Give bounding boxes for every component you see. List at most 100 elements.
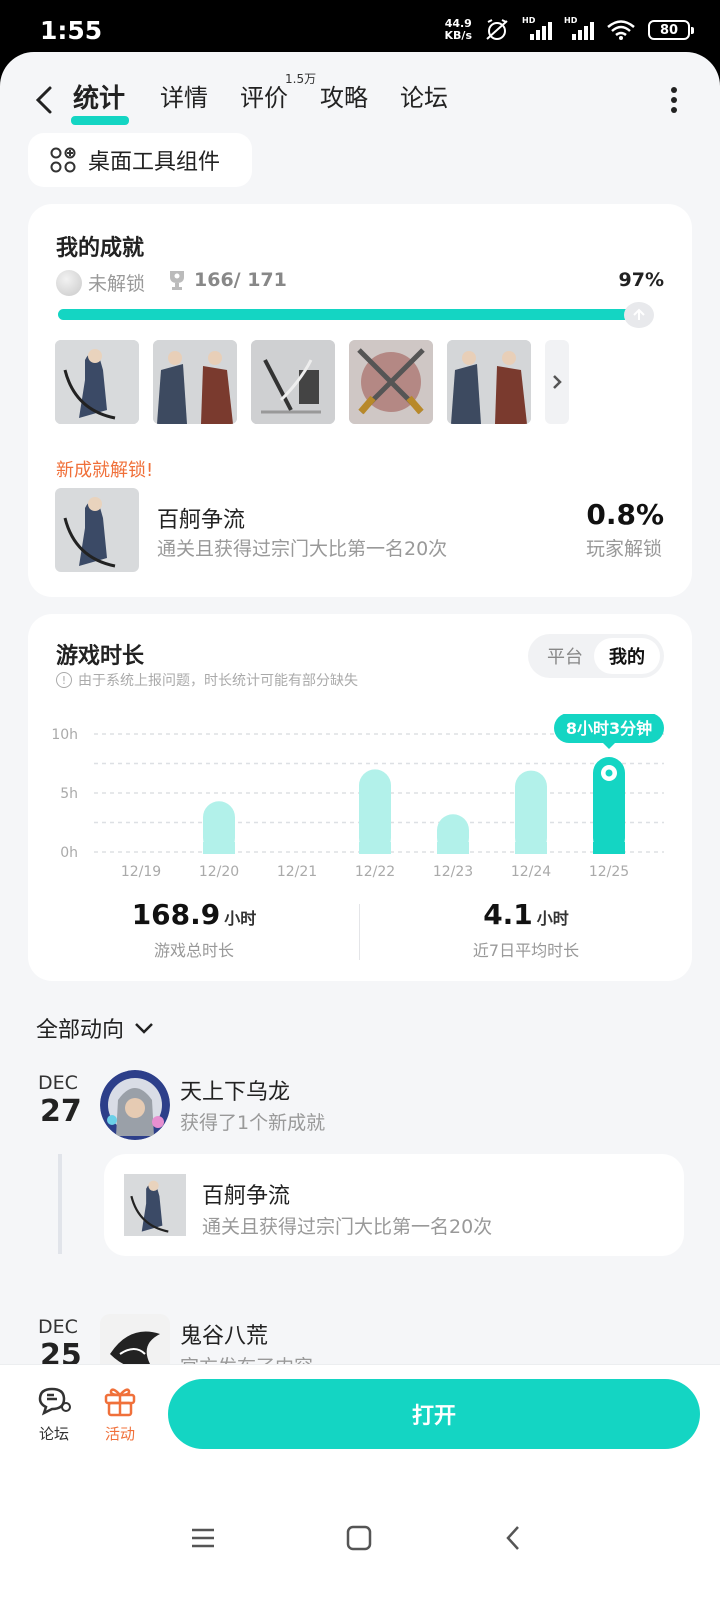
tab-guides[interactable]: 攻略 [320, 78, 368, 113]
achievement-thumbnails [55, 340, 569, 424]
alarm-off-icon [486, 19, 508, 40]
activity-label: 活动 [104, 1425, 135, 1443]
battery-icon: 80 [648, 20, 694, 40]
avg-playtime-stat: 4.1 小时 近7日平均时长 [360, 898, 692, 961]
achievement-percent: 97% [618, 269, 664, 291]
tab-active-underline [71, 116, 129, 125]
total-playtime-label: 游戏总时长 [153, 941, 234, 960]
latest-achievement-percent-label: 玩家解锁 [585, 538, 662, 560]
avg-playtime-unit: 小时 [536, 909, 569, 928]
feed-timeline-line [58, 1154, 62, 1254]
avg-playtime-value: 4.1 [483, 898, 533, 931]
open-game-button[interactable]: 打开 [168, 1379, 700, 1449]
activity-button[interactable]: 活动 [90, 1385, 150, 1444]
achievements-title: 我的成就 [56, 236, 145, 261]
nav-back-icon[interactable] [504, 1525, 522, 1551]
chart-y-tick-label: 0h [60, 845, 78, 861]
feed-date-day: 27 [40, 1094, 82, 1129]
chart-y-tick-label: 10h [51, 727, 78, 743]
playtime-chart: 10h 5h 0h 12/19 12/20 12/21 12/22 12/23 12/24 8小时… [51, 714, 664, 880]
tab-header: 统计 详情 评价 1.5万 攻略 论坛 [0, 70, 720, 130]
net-speed: 44.9 KB/s [445, 18, 472, 42]
achievement-progress-bar [58, 309, 650, 320]
toggle-mine[interactable]: 我的 [594, 638, 660, 674]
chart-x-tick-label: 12/21 [277, 864, 317, 880]
achievements-more-button[interactable] [545, 340, 569, 424]
tab-stats[interactable]: 统计 [73, 78, 125, 115]
forum-button[interactable]: 论坛 [24, 1385, 84, 1444]
bottom-bar: 论坛 活动 打开 [0, 1364, 720, 1600]
chart-x-tick-label: 12/19 [121, 864, 161, 880]
system-nav-bar [0, 1505, 720, 1565]
desktop-widget-label: 桌面工具组件 [88, 150, 221, 175]
avatar[interactable] [100, 1070, 170, 1140]
toggle-platform[interactable]: 平台 [532, 638, 598, 674]
chart-tooltip-label: 8小时3分钟 [566, 719, 652, 738]
chart-y-tick-label: 5h [60, 786, 78, 802]
trophy-icon [170, 271, 184, 290]
feed-user-action: 获得了1个新成就 [180, 1112, 326, 1134]
more-icon[interactable] [670, 84, 678, 116]
playtime-notice: ! 由于系统上报问题，时长统计可能有部分缺失 [56, 670, 358, 690]
menu-icon[interactable] [190, 1527, 216, 1549]
status-bar: 1:55 44.9 KB/s HD HD 80 [0, 0, 720, 56]
feed-achievement-image [124, 1174, 186, 1236]
feed-achievement-card[interactable]: 百舸争流 通关且获得过宗门大比第一名20次 [104, 1154, 684, 1256]
latest-achievement-name: 百舸争流 [157, 508, 246, 533]
feed-date-month-2: DEC [38, 1316, 78, 1338]
widgets-icon [50, 147, 76, 173]
total-playtime-unit: 小时 [224, 909, 257, 928]
status-icons: 44.9 KB/s HD HD 80 [445, 16, 694, 42]
feed-achievement-desc: 通关且获得过宗门大比第一名20次 [202, 1216, 493, 1238]
playtime-card: 游戏时长 ! 由于系统上报问题，时长统计可能有部分缺失 平台 我的 10h 5h 0… [28, 614, 692, 981]
chart-bar[interactable] [359, 769, 391, 854]
chart-bar-base [437, 842, 469, 854]
chart-bar-base [515, 842, 547, 854]
achievement-thumb-couple-2[interactable] [447, 340, 531, 424]
achievement-progress-fill [58, 309, 633, 320]
chart-bar-base [359, 842, 391, 854]
chart-x-tick-label: 12/23 [433, 864, 473, 880]
feed-user-name-2[interactable]: 鬼谷八荒 [180, 1318, 268, 1350]
forum-icon [38, 1387, 71, 1416]
feed-filter-dropdown[interactable]: 全部动向 [36, 1012, 154, 1044]
playtime-toggle: 平台 我的 [528, 634, 664, 678]
desktop-widget-button[interactable]: 桌面工具组件 [28, 133, 252, 187]
home-icon[interactable] [346, 1525, 372, 1551]
avg-playtime-label: 近7日平均时长 [472, 941, 580, 960]
tab-reviews[interactable]: 评价 [240, 78, 288, 113]
chevron-down-icon [135, 1023, 153, 1034]
locked-globe-icon [56, 269, 82, 296]
total-playtime-stat: 168.9 小时 游戏总时长 [28, 898, 360, 961]
feed-date-month: DEC [38, 1072, 78, 1094]
app-sheet: 统计 详情 评价 1.5万 攻略 论坛 桌面工具组件 我的成就 未解锁 166/… [0, 52, 720, 1600]
achievement-thumb-swordsman[interactable] [55, 340, 139, 424]
chevron-right-icon [553, 375, 562, 389]
chart-bar[interactable] [515, 770, 547, 854]
signal-icon-2: HD [564, 16, 594, 40]
achievement-thumb-swords[interactable] [349, 340, 433, 424]
review-count-badge: 1.5万 [285, 72, 317, 86]
signal-icon-1: HD [522, 16, 552, 40]
locked-filter[interactable]: 未解锁 [56, 269, 145, 296]
status-time: 1:55 [40, 16, 103, 45]
new-achievement-label: 新成就解锁! [56, 460, 154, 481]
achievement-thumb-incense[interactable] [251, 340, 335, 424]
achievement-thumb-couple[interactable] [153, 340, 237, 424]
latest-achievement-image [55, 488, 139, 572]
feed-user-name[interactable]: 天上下乌龙 [180, 1074, 290, 1106]
forum-label: 论坛 [38, 1425, 69, 1443]
info-icon: ! [56, 672, 72, 688]
back-icon[interactable] [30, 80, 58, 120]
latest-achievement-desc: 通关且获得过宗门大比第一名20次 [157, 538, 448, 560]
progress-end-icon [624, 302, 654, 328]
achievements-card[interactable]: 我的成就 未解锁 166/ 171 97% 新成就解锁! 百舸争流 通关且获得过… [28, 204, 692, 597]
tab-details[interactable]: 详情 [160, 78, 208, 113]
tab-forum[interactable]: 论坛 [400, 78, 448, 113]
chart-bar-base [593, 842, 625, 854]
net-speed-unit: KB/s [444, 29, 472, 42]
wifi-icon [607, 20, 635, 40]
playtime-title: 游戏时长 [56, 644, 145, 669]
chart-x-tick-label: 12/22 [355, 864, 395, 880]
feed-achievement-name: 百舸争流 [202, 1184, 291, 1209]
